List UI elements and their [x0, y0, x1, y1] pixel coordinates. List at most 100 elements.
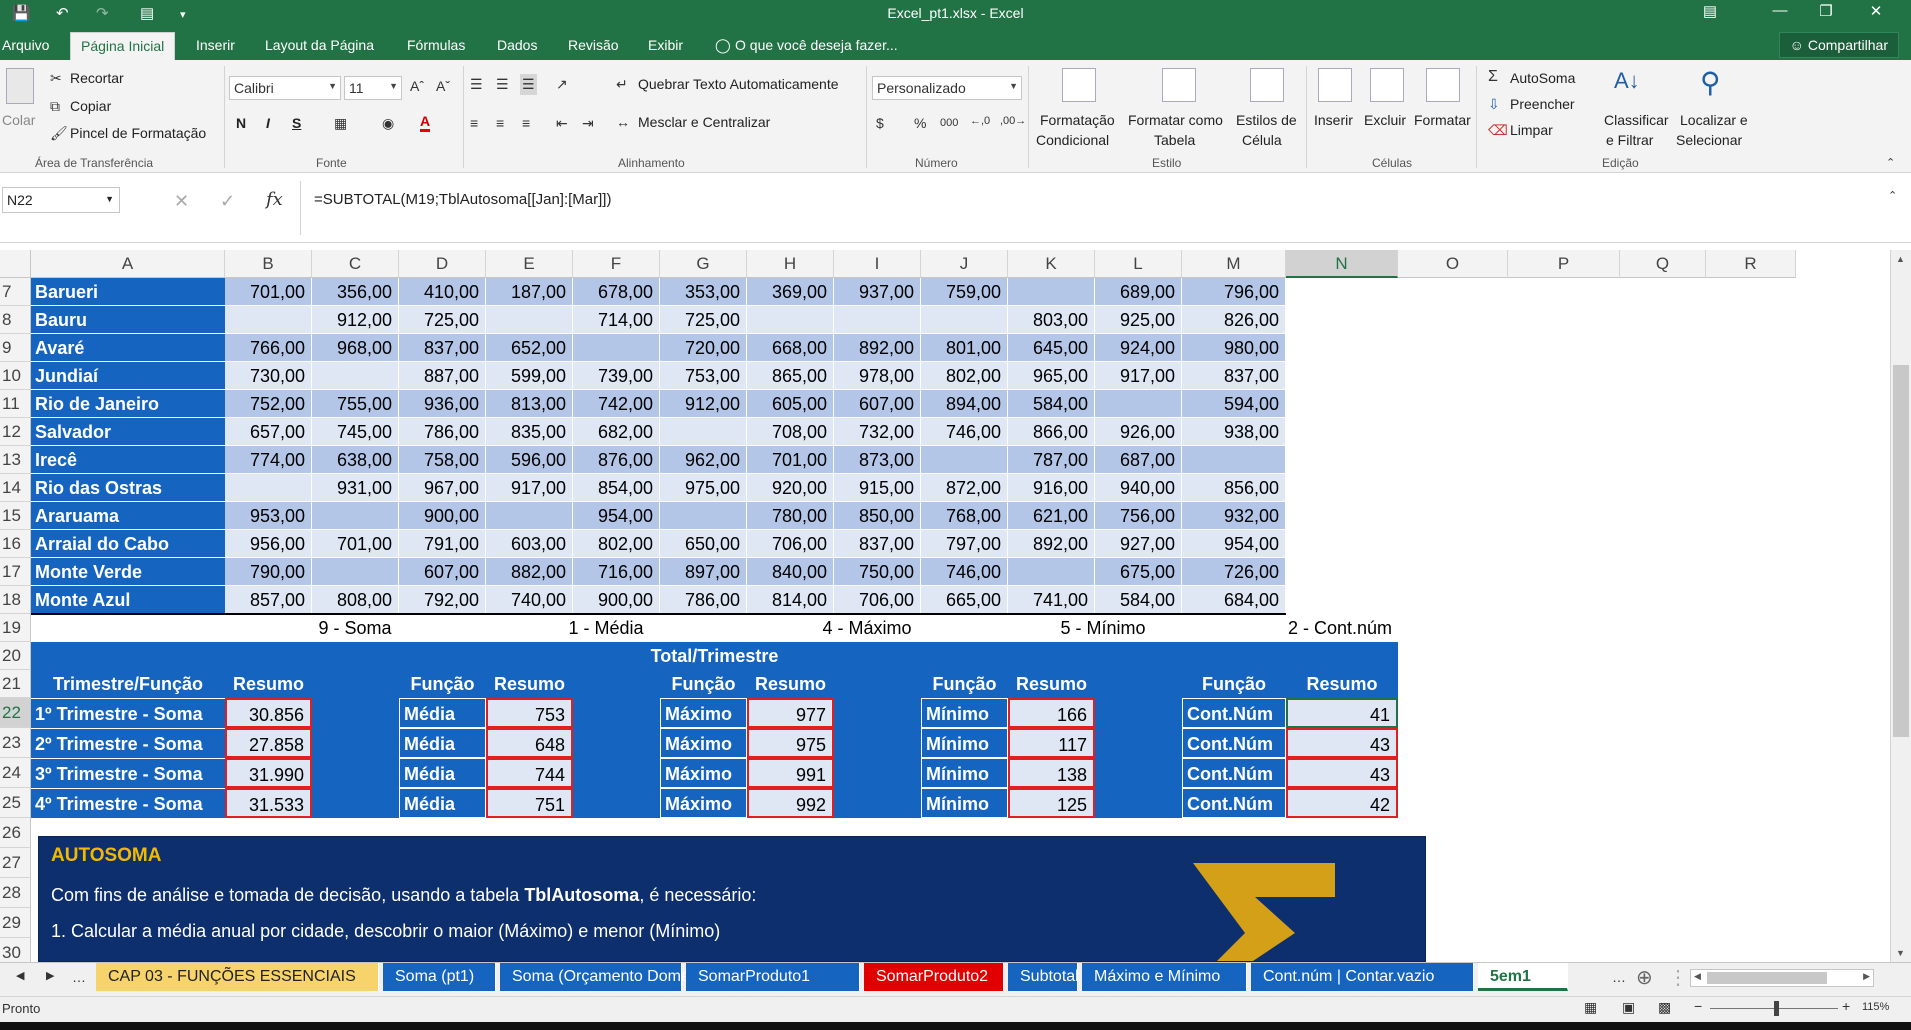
align-bottom-icon[interactable]: ☰	[520, 74, 537, 95]
table-cell[interactable]: 840,00	[747, 558, 834, 586]
city-cell[interactable]: Araruama	[31, 502, 225, 530]
table-cell[interactable]: 741,00	[1008, 586, 1095, 614]
table-cell[interactable]: 936,00	[399, 390, 486, 418]
sheet-tab[interactable]: Máximo e Mínimo	[1082, 963, 1247, 991]
table-cell[interactable]: 584,00	[1008, 390, 1095, 418]
table-cell[interactable]	[486, 306, 573, 334]
new-sheet-icon[interactable]: ⊕	[1636, 965, 1653, 990]
table-cell[interactable]: 857,00	[225, 586, 312, 614]
tab-insert[interactable]: Inserir	[196, 37, 235, 53]
row-header-27[interactable]: 27	[0, 848, 31, 878]
function-code-media[interactable]: 1 - Média	[516, 614, 696, 642]
table-cell[interactable]	[921, 446, 1008, 474]
table-cell[interactable]: 887,00	[399, 362, 486, 390]
table-cell[interactable]: 790,00	[225, 558, 312, 586]
table-cell[interactable]: 917,00	[1095, 362, 1182, 390]
table-cell[interactable]: 866,00	[1008, 418, 1095, 446]
select-all-corner[interactable]	[0, 250, 31, 278]
row-header-29[interactable]: 29	[0, 908, 31, 938]
formula-input[interactable]: =SUBTOTAL(M19;TblAutosoma[[Jan]:[Mar]])	[314, 191, 611, 208]
delete-cells-button[interactable]: Excluir	[1364, 112, 1406, 128]
table-cell[interactable]: 753,00	[660, 362, 747, 390]
function-label[interactable]: Máximo	[660, 788, 747, 818]
align-top-icon[interactable]: ☰	[470, 76, 483, 93]
table-cell[interactable]: 953,00	[225, 502, 312, 530]
function-label[interactable]: Cont.Núm	[1182, 788, 1286, 818]
table-cell[interactable]: 732,00	[834, 418, 921, 446]
align-right-icon[interactable]: ≡	[522, 115, 530, 131]
cell-styles-label1[interactable]: Estilos de	[1236, 112, 1297, 128]
table-cell[interactable]	[1182, 446, 1286, 474]
table-cell[interactable]: 954,00	[1182, 530, 1286, 558]
table-cell[interactable]: 740,00	[486, 586, 573, 614]
column-header-f[interactable]: F	[573, 250, 660, 278]
table-cell[interactable]: 780,00	[747, 502, 834, 530]
row-header-9[interactable]: 9	[0, 334, 31, 362]
table-cell[interactable]: 814,00	[747, 586, 834, 614]
cell-styles-label2[interactable]: Célula	[1242, 132, 1282, 148]
function-label[interactable]: Cont.Núm	[1182, 758, 1286, 788]
table-cell[interactable]: 745,00	[312, 418, 399, 446]
row-header-16[interactable]: 16	[0, 530, 31, 558]
italic-button[interactable]: I	[266, 115, 270, 131]
function-label[interactable]: Mínimo	[921, 728, 1008, 758]
table-cell[interactable]: 720,00	[660, 334, 747, 362]
table-cell[interactable]: 774,00	[225, 446, 312, 474]
media-result[interactable]: 753	[486, 698, 573, 728]
table-cell[interactable]: 873,00	[834, 446, 921, 474]
table-cell[interactable]: 701,00	[747, 446, 834, 474]
sheet-tab[interactable]: Soma (Orçamento Doméstico)	[500, 963, 728, 991]
clear-button[interactable]: Limpar	[1510, 122, 1553, 138]
close-icon[interactable]: ✕	[1856, 2, 1896, 20]
function-label[interactable]: Média	[399, 728, 486, 758]
merge-center-button[interactable]: Mesclar e Centralizar	[638, 114, 770, 130]
table-cell[interactable]: 755,00	[312, 390, 399, 418]
function-label[interactable]: Mínimo	[921, 698, 1008, 728]
function-label[interactable]: Máximo	[660, 758, 747, 788]
table-cell[interactable]: 931,00	[312, 474, 399, 502]
city-cell[interactable]: Salvador	[31, 418, 225, 446]
table-cell[interactable]	[921, 306, 1008, 334]
table-cell[interactable]: 796,00	[1182, 278, 1286, 306]
table-cell[interactable]: 706,00	[747, 530, 834, 558]
table-cell[interactable]	[660, 502, 747, 530]
align-center-icon[interactable]: ≡	[496, 115, 504, 131]
scroll-down-icon[interactable]: ▼	[1896, 948, 1905, 958]
table-cell[interactable]: 954,00	[573, 502, 660, 530]
row-header-23[interactable]: 23	[0, 728, 31, 758]
fill-button[interactable]: Preencher	[1510, 96, 1575, 112]
table-cell[interactable]: 742,00	[573, 390, 660, 418]
max-result[interactable]: 991	[747, 758, 834, 788]
table-cell[interactable]: 926,00	[1095, 418, 1182, 446]
table-cell[interactable]: 978,00	[834, 362, 921, 390]
table-cell[interactable]: 599,00	[486, 362, 573, 390]
function-label[interactable]: Média	[399, 758, 486, 788]
function-code-contnum[interactable]: 2 - Cont.núm	[1242, 614, 1398, 642]
paste-button[interactable]: Colar	[2, 112, 35, 128]
table-cell[interactable]	[747, 306, 834, 334]
table-cell[interactable]: 621,00	[1008, 502, 1095, 530]
media-result[interactable]: 744	[486, 758, 573, 788]
table-cell[interactable]: 752,00	[225, 390, 312, 418]
table-cell[interactable]	[1008, 278, 1095, 306]
column-header-b[interactable]: B	[225, 250, 312, 278]
table-cell[interactable]: 684,00	[1182, 586, 1286, 614]
table-cell[interactable]	[1008, 558, 1095, 586]
table-cell[interactable]: 708,00	[747, 418, 834, 446]
row-header-22[interactable]: 22	[0, 698, 31, 728]
table-cell[interactable]: 594,00	[1182, 390, 1286, 418]
table-cell[interactable]: 605,00	[747, 390, 834, 418]
table-cell[interactable]: 665,00	[921, 586, 1008, 614]
function-label[interactable]: Cont.Núm	[1182, 728, 1286, 758]
row-header-20[interactable]: 20	[0, 642, 31, 670]
zoom-level[interactable]: 115%	[1862, 1001, 1889, 1013]
table-cell[interactable]: 596,00	[486, 446, 573, 474]
fill-color-icon[interactable]: ◉	[382, 115, 394, 132]
city-cell[interactable]: Monte Azul	[31, 586, 225, 614]
tell-me-input[interactable]: O que você deseja fazer...	[735, 37, 898, 53]
table-cell[interactable]: 726,00	[1182, 558, 1286, 586]
tab-page-layout[interactable]: Layout da Página	[265, 37, 374, 53]
max-result[interactable]: 977	[747, 698, 834, 728]
row-header-18[interactable]: 18	[0, 586, 31, 614]
city-cell[interactable]: Rio das Ostras	[31, 474, 225, 502]
